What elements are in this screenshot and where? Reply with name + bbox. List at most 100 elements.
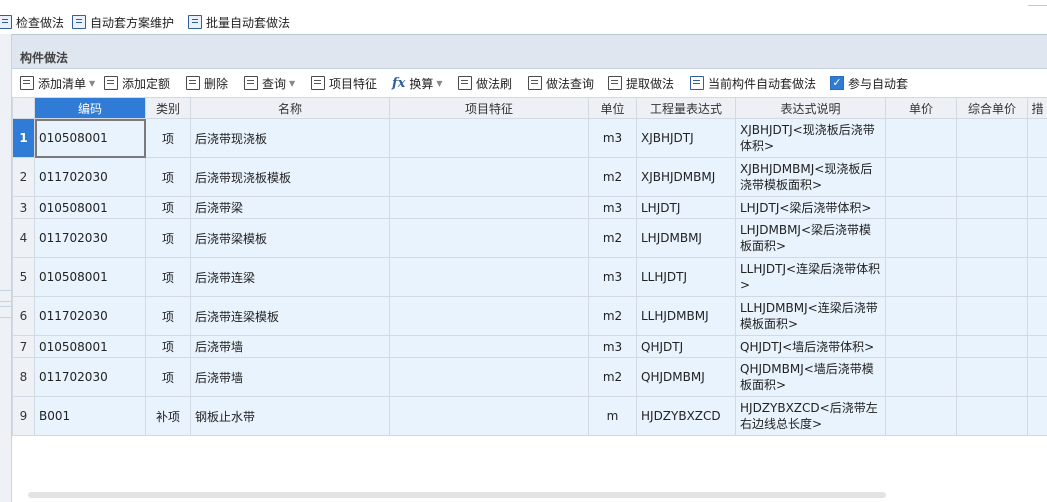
unit-cell[interactable]: m2 xyxy=(588,357,637,397)
price-cell[interactable] xyxy=(885,196,957,219)
method-query-button[interactable]: 做法查询 xyxy=(528,74,594,92)
row-number[interactable]: 8 xyxy=(12,357,35,397)
row-number[interactable]: 5 xyxy=(12,257,35,297)
row-number[interactable]: 1 xyxy=(12,118,35,158)
feature-cell[interactable] xyxy=(389,296,589,336)
name-cell[interactable]: 后浇带墙 xyxy=(190,357,390,397)
column-header-desc[interactable]: 表达式说明 xyxy=(735,97,886,119)
desc-cell[interactable]: HJDZYBXZCD<后浇带左右边线总长度> xyxy=(735,396,886,436)
unit-cell[interactable]: m3 xyxy=(588,335,637,358)
chevron-down-icon[interactable]: ▼ xyxy=(289,79,295,88)
total-cell[interactable] xyxy=(956,335,1028,358)
price-cell[interactable] xyxy=(885,118,957,158)
measure-cell[interactable] xyxy=(1027,196,1047,219)
desc-cell[interactable]: LLHJDMBMJ<连梁后浇带模板面积> xyxy=(735,296,886,336)
code-cell[interactable]: 011702030 xyxy=(34,357,146,397)
add-list-button[interactable]: 添加清单 ▼ xyxy=(20,74,95,92)
expr-cell[interactable]: QHJDTJ xyxy=(636,335,736,358)
expr-cell[interactable]: LLHJDMBMJ xyxy=(636,296,736,336)
desc-cell[interactable]: LHJDMBMJ<梁后浇带模板面积> xyxy=(735,218,886,258)
type-cell[interactable]: 项 xyxy=(145,157,191,197)
type-cell[interactable]: 项 xyxy=(145,196,191,219)
type-cell[interactable]: 项 xyxy=(145,218,191,258)
column-header-price[interactable]: 单价 xyxy=(885,97,957,119)
total-cell[interactable] xyxy=(956,296,1028,336)
chevron-down-icon[interactable]: ▼ xyxy=(436,79,442,88)
code-cell[interactable]: 010508001 xyxy=(34,196,146,219)
name-cell[interactable]: 后浇带现浇板 xyxy=(190,118,390,158)
expr-cell[interactable]: XJBHJDMBMJ xyxy=(636,157,736,197)
query-button[interactable]: 查询 ▼ xyxy=(244,74,295,92)
current-auto-apply-button[interactable]: 当前构件自动套做法 xyxy=(690,74,816,92)
measure-cell[interactable] xyxy=(1027,218,1047,258)
measure-cell[interactable] xyxy=(1027,118,1047,158)
code-cell[interactable]: 010508001 xyxy=(34,118,146,158)
delete-button[interactable]: 删除 xyxy=(186,74,228,92)
table-row[interactable]: 9 B001 补项 钢板止水带 m HJDZYBXZCD HJDZYBXZCD<… xyxy=(12,396,1047,436)
total-cell[interactable] xyxy=(956,396,1028,436)
column-header-measure[interactable]: 措 xyxy=(1027,97,1047,119)
row-number[interactable]: 7 xyxy=(12,335,35,358)
code-cell[interactable]: 010508001 xyxy=(34,257,146,297)
unit-cell[interactable]: m2 xyxy=(588,296,637,336)
row-number[interactable]: 9 xyxy=(12,396,35,436)
table-row[interactable]: 7 010508001 项 后浇带墙 m3 QHJDTJ QHJDTJ<墙后浇带… xyxy=(12,335,1047,358)
price-cell[interactable] xyxy=(885,296,957,336)
feature-cell[interactable] xyxy=(389,118,589,158)
total-cell[interactable] xyxy=(956,118,1028,158)
join-auto-apply-checkbox[interactable]: ✓ 参与自动套 xyxy=(830,74,908,92)
unit-cell[interactable]: m3 xyxy=(588,196,637,219)
name-cell[interactable]: 后浇带现浇板模板 xyxy=(190,157,390,197)
add-quota-button[interactable]: 添加定额 xyxy=(104,74,170,92)
feature-cell[interactable] xyxy=(389,396,589,436)
unit-cell[interactable]: m xyxy=(588,396,637,436)
checkbox-checked-icon[interactable]: ✓ xyxy=(830,76,844,90)
price-cell[interactable] xyxy=(885,357,957,397)
name-cell[interactable]: 后浇带墙 xyxy=(190,335,390,358)
row-number[interactable]: 4 xyxy=(12,218,35,258)
batch-auto-apply-button[interactable]: 批量自动套做法 xyxy=(188,13,290,31)
type-cell[interactable]: 补项 xyxy=(145,396,191,436)
convert-button[interactable]: fx 换算 ▼ xyxy=(392,74,443,92)
chevron-down-icon[interactable]: ▼ xyxy=(89,79,95,88)
table-row[interactable]: 4 011702030 项 后浇带梁模板 m2 LHJDMBMJ LHJDMBM… xyxy=(12,218,1047,258)
unit-cell[interactable]: m2 xyxy=(588,218,637,258)
feature-cell[interactable] xyxy=(389,335,589,358)
total-cell[interactable] xyxy=(956,157,1028,197)
type-cell[interactable]: 项 xyxy=(145,357,191,397)
column-header-total[interactable]: 综合单价 xyxy=(956,97,1028,119)
name-cell[interactable]: 后浇带连梁 xyxy=(190,257,390,297)
method-brush-button[interactable]: 做法刷 xyxy=(458,74,512,92)
measure-cell[interactable] xyxy=(1027,157,1047,197)
unit-cell[interactable]: m3 xyxy=(588,118,637,158)
measure-cell[interactable] xyxy=(1027,357,1047,397)
column-header-unit[interactable]: 单位 xyxy=(588,97,637,119)
name-cell[interactable]: 后浇带梁模板 xyxy=(190,218,390,258)
total-cell[interactable] xyxy=(956,196,1028,219)
table-row[interactable]: 1 010508001 项 后浇带现浇板 m3 XJBHJDTJ XJBHJDT… xyxy=(12,118,1047,158)
desc-cell[interactable]: QHJDTJ<墙后浇带体积> xyxy=(735,335,886,358)
feature-cell[interactable] xyxy=(389,157,589,197)
price-cell[interactable] xyxy=(885,157,957,197)
total-cell[interactable] xyxy=(956,357,1028,397)
total-cell[interactable] xyxy=(956,218,1028,258)
feature-cell[interactable] xyxy=(389,257,589,297)
expr-cell[interactable]: QHJDMBMJ xyxy=(636,357,736,397)
code-cell[interactable]: 011702030 xyxy=(34,218,146,258)
column-header-code[interactable]: 编码 xyxy=(34,97,146,119)
code-cell[interactable]: 010508001 xyxy=(34,335,146,358)
item-feature-button[interactable]: 项目特征 xyxy=(311,74,377,92)
type-cell[interactable]: 项 xyxy=(145,118,191,158)
column-header-expr[interactable]: 工程量表达式 xyxy=(636,97,736,119)
extract-method-button[interactable]: 提取做法 xyxy=(608,74,674,92)
measure-cell[interactable] xyxy=(1027,296,1047,336)
feature-cell[interactable] xyxy=(389,218,589,258)
expr-cell[interactable]: LHJDTJ xyxy=(636,196,736,219)
table-row[interactable]: 3 010508001 项 后浇带梁 m3 LHJDTJ LHJDTJ<梁后浇带… xyxy=(12,196,1047,219)
price-cell[interactable] xyxy=(885,218,957,258)
row-number[interactable]: 2 xyxy=(12,157,35,197)
name-cell[interactable]: 钢板止水带 xyxy=(190,396,390,436)
desc-cell[interactable]: QHJDMBMJ<墙后浇带模板面积> xyxy=(735,357,886,397)
table-row[interactable]: 8 011702030 项 后浇带墙 m2 QHJDMBMJ QHJDMBMJ<… xyxy=(12,357,1047,397)
code-cell[interactable]: 011702030 xyxy=(34,296,146,336)
